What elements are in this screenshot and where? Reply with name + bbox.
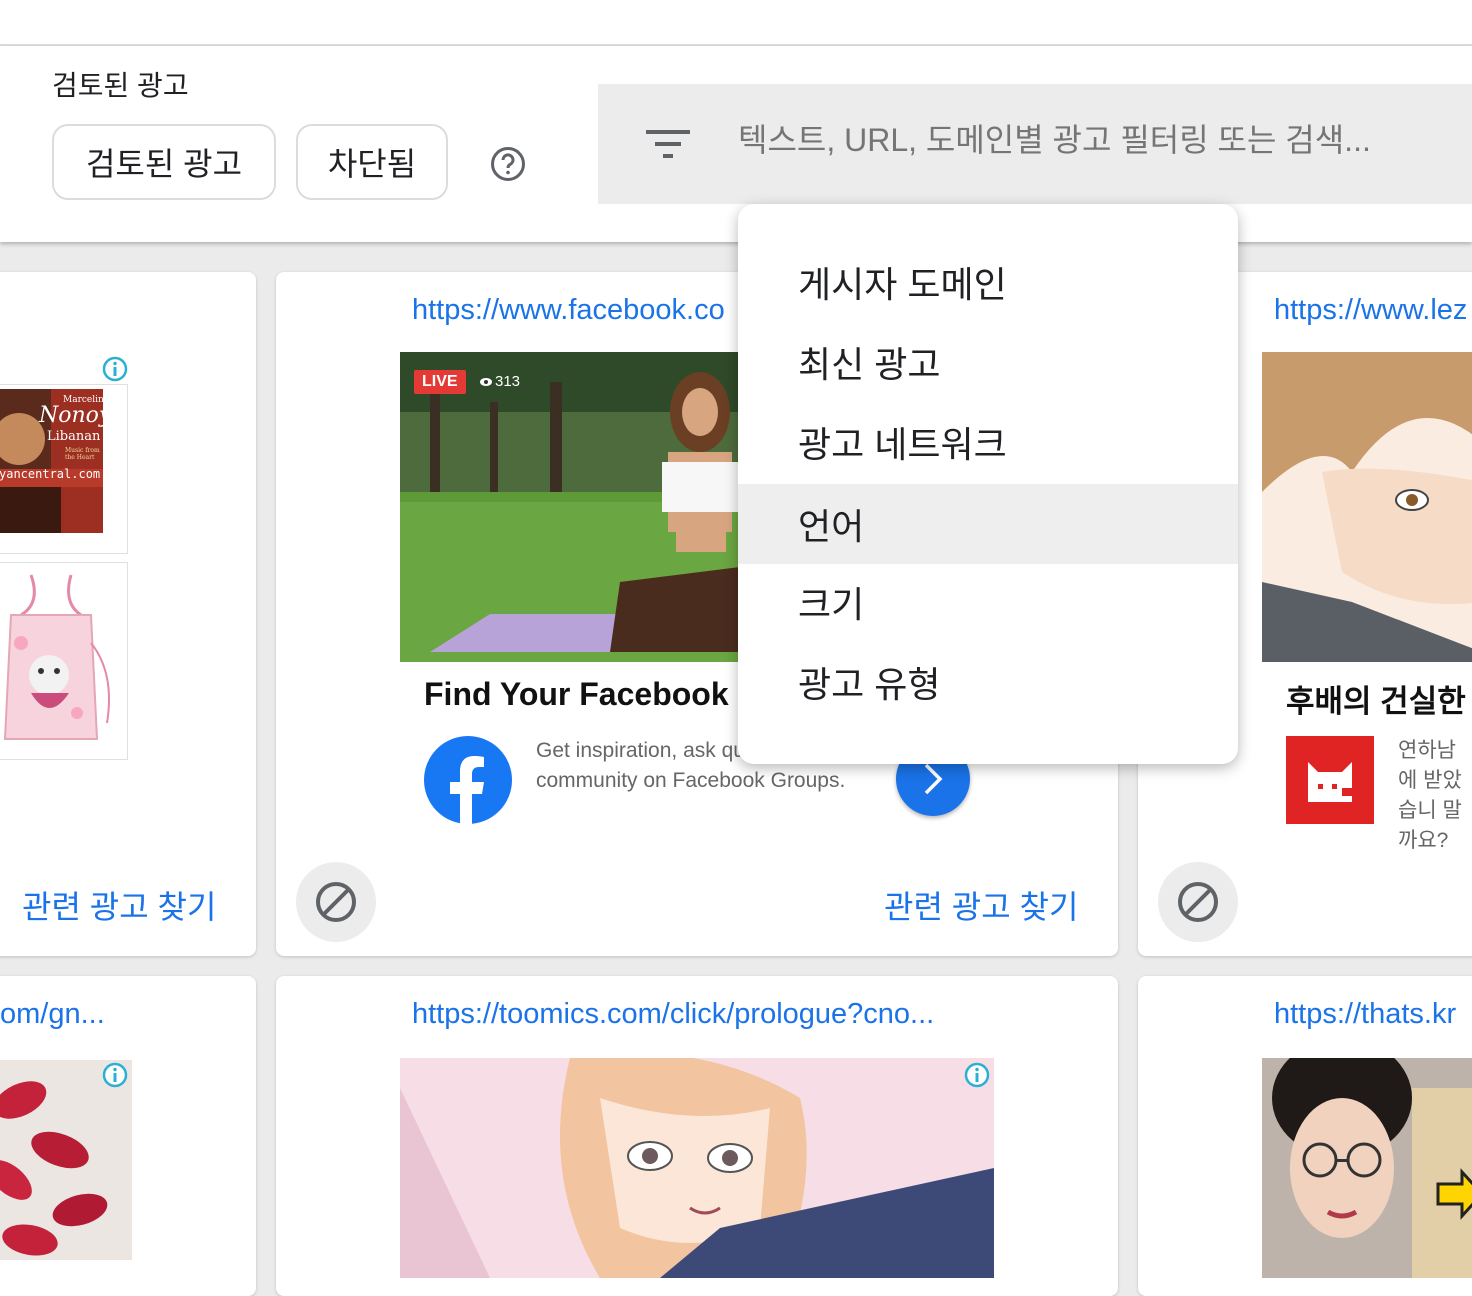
apron-image	[3, 574, 110, 740]
ad-image-webtoon[interactable]	[1262, 352, 1472, 662]
portrait-image	[1262, 1058, 1472, 1278]
ad-url[interactable]: https://www.facebook.co	[412, 294, 725, 327]
ad-card: https://thats.kr	[1138, 976, 1472, 1296]
facebook-logo-icon[interactable]	[424, 736, 512, 824]
menu-item-size[interactable]: 크기	[738, 562, 1238, 642]
live-video-image	[400, 352, 740, 662]
ad-headline[interactable]: Find Your Facebook C	[424, 676, 761, 713]
ad-card: https://toomics.com/click/prologue?cno..…	[276, 976, 1118, 1296]
viewer-count-value: 313	[495, 373, 521, 390]
page-title: 검토된 광고	[52, 70, 189, 101]
ad-description: 연하남에 받았습니 말까요?	[1398, 739, 1462, 852]
reviewed-ads-chip[interactable]: 검토된 광고	[52, 124, 276, 200]
ad-image-pills[interactable]	[0, 1060, 132, 1260]
webtoon-character-image	[1262, 352, 1472, 662]
menu-item-latest-ads[interactable]: 최신 광고	[738, 322, 1238, 402]
info-icon[interactable]	[964, 1062, 990, 1088]
ad-image-portrait[interactable]	[1262, 1058, 1472, 1278]
find-related-ads-link[interactable]: 관련 광고 찾기	[884, 882, 1078, 928]
menu-item-ad-network[interactable]: 광고 네트워크	[738, 402, 1238, 482]
help-icon[interactable]	[490, 146, 526, 182]
album-domain: yancentral.com	[0, 467, 101, 481]
menu-item-language[interactable]: 언어	[738, 484, 1238, 564]
eye-icon	[480, 377, 492, 386]
ad-url[interactable]: https://thats.kr	[1274, 998, 1456, 1031]
ad-headline[interactable]: 후배의 건실한	[1286, 676, 1466, 721]
pills-image	[0, 1060, 132, 1260]
top-bar	[0, 0, 1472, 46]
block-ad-button[interactable]	[1158, 862, 1238, 942]
ad-image-live[interactable]: LIVE 313	[400, 352, 740, 662]
block-icon	[316, 882, 356, 922]
ad-url[interactable]: https://www.lez	[1274, 294, 1467, 327]
toomics-character-image	[400, 1058, 994, 1278]
viewer-count: 313	[480, 373, 520, 390]
ad-card: Marcelino Nonoy Libanan Music from the H…	[0, 272, 256, 956]
search-bar[interactable]	[598, 84, 1472, 204]
ad-image-apron[interactable]	[0, 562, 128, 760]
chevron-right-icon	[924, 763, 943, 795]
block-ad-button[interactable]	[296, 862, 376, 942]
info-icon[interactable]	[102, 356, 128, 382]
find-related-ads-link[interactable]: 관련 광고 찾기	[22, 882, 216, 928]
ad-url[interactable]: https://toomics.com/click/prologue?cno..…	[412, 998, 934, 1031]
filter-icon[interactable]	[646, 128, 690, 160]
ad-image-album[interactable]: Marcelino Nonoy Libanan Music from the H…	[0, 384, 128, 554]
album-tagline: Music from the Heart	[65, 447, 100, 461]
ad-card: om/gn...	[0, 976, 256, 1296]
info-icon[interactable]	[102, 1062, 128, 1088]
webtoon-logo-icon[interactable]	[1286, 736, 1374, 824]
album-artist-surname: Libanan	[47, 429, 101, 444]
ads-header: 검토된 광고 검토된 광고 차단됨	[0, 46, 1472, 242]
live-badge: LIVE	[414, 370, 466, 394]
search-input[interactable]	[738, 122, 1458, 159]
filter-dropdown-menu: 게시자 도메인 최신 광고 광고 네트워크 언어 크기 광고 유형	[738, 204, 1238, 764]
menu-item-ad-type[interactable]: 광고 유형	[738, 642, 1238, 722]
block-icon	[1178, 882, 1218, 922]
cat-logo-icon	[1308, 762, 1352, 802]
menu-item-publisher-domain[interactable]: 게시자 도메인	[738, 242, 1238, 322]
blocked-chip[interactable]: 차단됨	[296, 124, 448, 200]
ad-url[interactable]: om/gn...	[0, 998, 105, 1031]
ad-image-toomics[interactable]	[400, 1058, 994, 1278]
album-artist-script: Nonoy	[39, 403, 112, 428]
